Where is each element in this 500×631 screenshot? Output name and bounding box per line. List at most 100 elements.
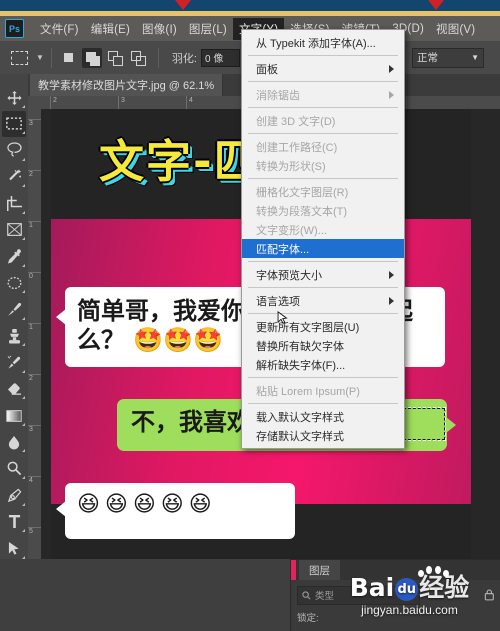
subtract-from-selection-button[interactable] xyxy=(105,48,125,68)
move-tool[interactable] xyxy=(2,84,26,111)
menu-item-create-work-path[interactable]: 创建工作路径(C) xyxy=(242,137,404,156)
menu-item-update-all-text-layers[interactable]: 更新所有文字图层(U) xyxy=(242,317,404,336)
brush-tool[interactable] xyxy=(2,296,26,323)
history-brush-tool[interactable] xyxy=(2,349,26,376)
slice-tool[interactable] xyxy=(2,217,26,244)
menu-item-convert-to-paragraph-text[interactable]: 转换为段落文本(T) xyxy=(242,201,404,220)
mouse-cursor-icon xyxy=(277,311,288,324)
chevron-down-icon: ▼ xyxy=(408,591,416,599)
crop-tool[interactable] xyxy=(2,190,26,217)
menu-edit[interactable]: 编辑(E) xyxy=(85,18,136,40)
menu-separator xyxy=(248,313,398,314)
top-blue-bar xyxy=(0,0,500,11)
menu-file[interactable]: 文件(F) xyxy=(34,18,85,40)
submenu-arrow-icon xyxy=(389,296,394,305)
blend-mode-select[interactable]: 正常 ▼ xyxy=(412,47,484,68)
menu-item-label: 字体预览大小 xyxy=(256,269,322,282)
menu-item-replace-all-missing-fonts[interactable]: 替换所有缺欠字体 xyxy=(242,336,404,355)
rectangular-marquee-tool[interactable] xyxy=(2,110,26,138)
layer-filter-row: 类型 ▼ xyxy=(297,585,495,605)
bubble-tail-icon xyxy=(56,309,66,325)
menu-item-label: 语言选项 xyxy=(256,295,300,308)
menu-separator xyxy=(248,287,398,288)
menu-layer[interactable]: 图层(L) xyxy=(183,18,233,40)
type-tool[interactable] xyxy=(2,509,26,536)
menu-separator xyxy=(248,55,398,56)
divider xyxy=(50,47,52,68)
menu-item-rasterize-type-layer[interactable]: 栅格化文字图层(R) xyxy=(242,182,404,201)
menu-view[interactable]: 视图(V) xyxy=(430,18,481,40)
red-marker-left-icon xyxy=(175,0,191,10)
menu-item-anti-alias[interactable]: 消除锯齿 xyxy=(242,85,404,104)
patch-tool[interactable] xyxy=(2,270,26,297)
submenu-arrow-icon xyxy=(389,270,394,279)
bubble-tail-icon xyxy=(56,501,66,517)
menu-item-panels[interactable]: 面板 xyxy=(242,59,404,78)
add-to-selection-button[interactable] xyxy=(81,47,102,68)
menu-item-font-preview-size[interactable]: 字体预览大小 xyxy=(242,265,404,284)
pen-tool[interactable] xyxy=(2,482,26,509)
photoshop-window: Ps 文件(F) 编辑(E) 图像(I) 图层(L) 文字(Y) 选择(S) 滤… xyxy=(0,0,500,631)
menu-item-label: 消除锯齿 xyxy=(256,89,300,102)
menu-separator xyxy=(248,133,398,134)
layers-panel: 图层 类型 ▼ 锁定: xyxy=(290,559,500,631)
layer-filter-select[interactable]: 类型 ▼ xyxy=(297,585,421,605)
menu-item-add-fonts-typekit[interactable]: 从 Typekit 添加字体(A)... xyxy=(242,33,404,52)
active-tool-preset-icon[interactable] xyxy=(6,47,32,69)
tool-preset-chevron-down-icon[interactable]: ▼ xyxy=(36,53,44,62)
menu-item-paste-lorem-ipsum[interactable]: 粘贴 Lorem Ipsum(P) xyxy=(242,381,404,400)
tab-layers[interactable]: 图层 xyxy=(299,560,340,580)
menu-image[interactable]: 图像(I) xyxy=(136,18,183,40)
dodge-tool[interactable] xyxy=(2,455,26,482)
lasso-tool[interactable] xyxy=(2,137,26,164)
eraser-tool[interactable] xyxy=(2,376,26,403)
clone-stamp-tool[interactable] xyxy=(2,323,26,350)
white-bubble-bottom[interactable]: 😆😆😆😆😆 xyxy=(56,483,295,539)
lock-icon[interactable] xyxy=(484,589,495,601)
magic-wand-tool[interactable] xyxy=(2,164,26,191)
document-tab[interactable]: 教学素材修改图片文字.jpg @ 62.1% xyxy=(30,74,224,96)
blend-mode-value: 正常 xyxy=(417,52,438,64)
panel-red-marker-icon xyxy=(291,560,296,580)
new-selection-button[interactable] xyxy=(59,48,79,68)
submenu-arrow-icon xyxy=(389,90,394,99)
white-bubble-bottom-text: 😆😆😆😆😆 xyxy=(77,492,217,517)
menu-item-convert-to-shape[interactable]: 转换为形状(S) xyxy=(242,156,404,175)
menu-item-language-options[interactable]: 语言选项 xyxy=(242,291,404,310)
menu-separator xyxy=(248,403,398,404)
layer-filter-value: 类型 xyxy=(315,591,335,602)
menu-item-create-3d-text[interactable]: 创建 3D 文字(D) xyxy=(242,111,404,130)
menu-separator xyxy=(248,377,398,378)
lock-label: 锁定: xyxy=(297,613,319,624)
layer-lock-row: 锁定: xyxy=(297,610,319,624)
chevron-down-icon: ▼ xyxy=(471,53,479,62)
menu-separator xyxy=(248,261,398,262)
path-selection-tool[interactable] xyxy=(2,535,26,562)
menu-separator xyxy=(248,107,398,108)
menu-separator xyxy=(248,81,398,82)
left-bottom-panel xyxy=(0,559,290,631)
menu-item-warp-text[interactable]: 文字变形(W)... xyxy=(242,220,404,239)
menu-item-save-default-type-styles[interactable]: 存储默认文字样式 xyxy=(242,426,404,445)
tools-panel xyxy=(0,74,29,631)
menu-item-match-font[interactable]: 匹配字体... xyxy=(242,239,404,258)
eyedropper-tool[interactable] xyxy=(2,243,26,270)
photoshop-logo-icon: Ps xyxy=(5,19,24,38)
blur-tool[interactable] xyxy=(2,429,26,456)
vertical-ruler: 3 2 1 0 1 2 3 4 5 xyxy=(28,109,42,559)
menu-item-label: 面板 xyxy=(256,63,278,76)
menu-item-resolve-missing-fonts[interactable]: 解析缺失字体(F)... xyxy=(242,355,404,374)
gradient-tool[interactable] xyxy=(2,402,26,429)
bubble-tail-icon xyxy=(446,417,456,433)
feather-input[interactable]: 0 像 xyxy=(200,48,240,67)
feather-label: 羽化: xyxy=(171,52,197,65)
type-menu-dropdown[interactable]: 从 Typekit 添加字体(A)... 面板 消除锯齿 创建 3D 文字(D)… xyxy=(241,29,405,449)
red-marker-right-icon xyxy=(428,0,444,10)
submenu-arrow-icon xyxy=(389,64,394,73)
menu-item-load-default-type-styles[interactable]: 载入默认文字样式 xyxy=(242,407,404,426)
panel-tab-row: 图层 xyxy=(291,560,500,580)
divider xyxy=(157,47,159,68)
menu-separator xyxy=(248,178,398,179)
intersect-selection-button[interactable] xyxy=(128,48,148,68)
search-icon xyxy=(302,590,311,599)
